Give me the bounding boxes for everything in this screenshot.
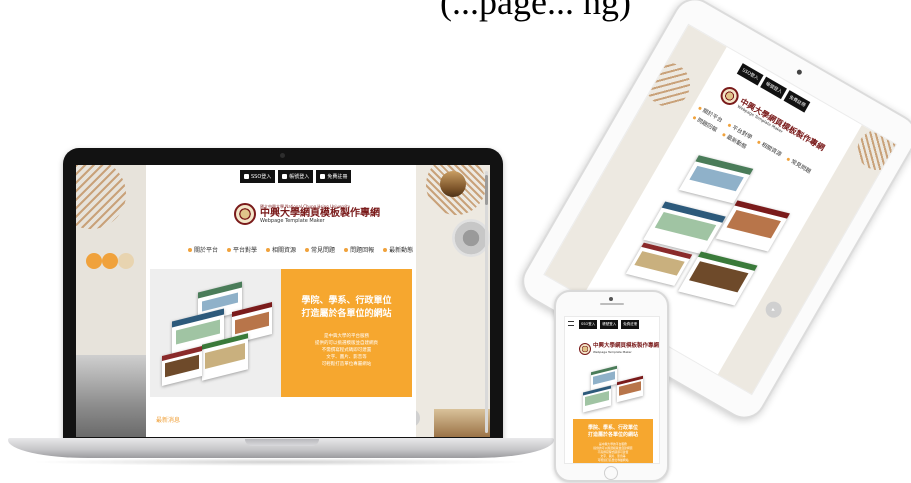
hero-description: 是中興大學的平台服務 提供的可以挑選模版並自建網頁 不需撰寫程式碼即可建置 文字… [281, 334, 412, 369]
template-mockup-image [158, 281, 276, 387]
pattern-circle-decoration [850, 122, 897, 178]
phone-device: SSO登入 帳號登入 免費註冊 中興大學網頁模板製作專網 Webpage Tem… [554, 290, 669, 482]
phone-camera [609, 297, 613, 301]
sepia-photo-circle [440, 171, 466, 197]
phone-header-button-group: SSO登入 帳號登入 免費註冊 [579, 320, 640, 329]
account-login-label: 帳號登入 [289, 174, 310, 180]
nav-item-resources[interactable]: 相關資源 [266, 245, 296, 254]
pattern-circle-decoration [637, 54, 699, 115]
laptop-shadow [30, 458, 530, 466]
hamburger-menu-icon[interactable] [568, 321, 574, 326]
laptop-camera [280, 153, 285, 158]
account-login-button[interactable]: 帳號登入 [278, 170, 314, 183]
phone-screen: SSO登入 帳號登入 免費註冊 中興大學網頁模板製作專網 Webpage Tem… [564, 316, 660, 464]
sso-login-label: SSO登入 [251, 174, 272, 180]
nav-item-report[interactable]: 問題回報 [344, 245, 374, 254]
phone-logo-title-cn: 中興大學網頁模板製作專網 [593, 343, 660, 350]
phone-hero-desc-line: 可輕鬆打造單位專屬網站 [597, 458, 629, 463]
hero-title-line2: 打造屬於各單位的網站 [301, 308, 392, 319]
hero-banner: 學院、學系、行政單位 打造屬於各單位的網站 是中興大學的平台服務 提供的可以挑選… [150, 269, 412, 397]
laptop-screen: ▸ SSO登入 帳號登入 免費註冊 國立中興大學 National Chung … [76, 165, 490, 437]
tablet-nav-item-resources[interactable]: 相關資源 [756, 138, 783, 158]
nav-item-teaching[interactable]: 平台對學 [227, 245, 257, 254]
tablet-sso-login-button[interactable]: SSO登入 [736, 63, 764, 86]
site-logo[interactable]: 國立中興大學 National Chung Hsing University 中… [234, 203, 380, 225]
laptop-base-notch [245, 439, 319, 446]
header-button-group: SSO登入 帳號登入 免費註冊 [240, 170, 352, 183]
tablet-account-login-button[interactable]: 帳號登入 [760, 76, 788, 100]
sso-login-button[interactable]: SSO登入 [240, 170, 276, 183]
nav-item-faq[interactable]: 常見問題 [305, 245, 335, 254]
news-link[interactable]: 最新消息 [156, 415, 180, 424]
user-icon [282, 174, 288, 179]
university-seal-icon [579, 343, 591, 355]
phone-logo-title-en: Webpage Template Maker [593, 349, 632, 354]
university-seal-icon [234, 203, 256, 225]
left-decorative-panel [76, 165, 146, 437]
nav-item-about[interactable]: 關於平台 [188, 245, 218, 254]
hero-title-line1: 學院、學系、行政單位 [301, 296, 392, 306]
phone-sso-login-button[interactable]: SSO登入 [579, 320, 598, 329]
tablet-nav-item-faq[interactable]: 常見問題 [785, 155, 812, 175]
phone-home-button[interactable] [604, 466, 618, 480]
orange-dot-decoration [118, 253, 134, 269]
tablet-camera [795, 68, 803, 76]
phone-register-button[interactable]: 免費註冊 [621, 320, 640, 329]
register-icon [320, 174, 326, 179]
phone-site-logo[interactable]: 中興大學網頁模板製作專網 Webpage Template Maker [579, 343, 659, 355]
hero-orange-panel: 學院、學系、行政單位 打造屬於各單位的網站 是中興大學的平台服務 提供的可以挑選… [281, 269, 412, 397]
tablet-register-button[interactable]: 免費註冊 [783, 90, 811, 113]
historic-building-photo [76, 355, 146, 437]
logo-title-en: Webpage Template Maker [260, 217, 325, 224]
right-decorative-panel: ▸ [402, 165, 490, 437]
nav-item-news[interactable]: 最新動態 [383, 245, 413, 254]
phone-hero-orange-panel: 學院、學系、行政單位 打造屬於各單位的網站 是中興大學的平台服務 提供的可以挑選… [573, 419, 653, 463]
login-icon [244, 174, 249, 179]
orange-dot-decoration [102, 253, 118, 269]
phone-hero-title-line2: 打造屬於各單位的網站 [587, 431, 638, 438]
page-scrollbar[interactable] [485, 171, 488, 433]
pattern-circle-decoration [76, 165, 126, 229]
phone-account-login-button[interactable]: 帳號登入 [600, 320, 619, 329]
phone-template-mockup-image [577, 365, 649, 415]
phone-hero-title-line1: 學院、學系、行政單位 [587, 425, 638, 431]
register-button[interactable]: 免費註冊 [316, 170, 352, 183]
phone-speaker [600, 303, 624, 305]
chevron-right-icon: ▸ [770, 305, 777, 314]
main-nav: 關於平台 平台對學 相關資源 常見問題 問題回報 最新動態 [188, 245, 413, 254]
register-label: 免費註冊 [327, 174, 348, 180]
logo-title-cn: 中興大學網頁模板製作專網 [260, 207, 380, 219]
orange-dot-decoration [86, 253, 102, 269]
phone-hero-description: 是中興大學的平台服務 提供的可以挑選模版並自建網頁 不需撰寫程式碼即可建置 文字… [573, 442, 653, 463]
hero-desc-line: 可輕鬆打造單位專屬網站 [321, 362, 372, 368]
sepia-photo-bottom [434, 409, 490, 437]
